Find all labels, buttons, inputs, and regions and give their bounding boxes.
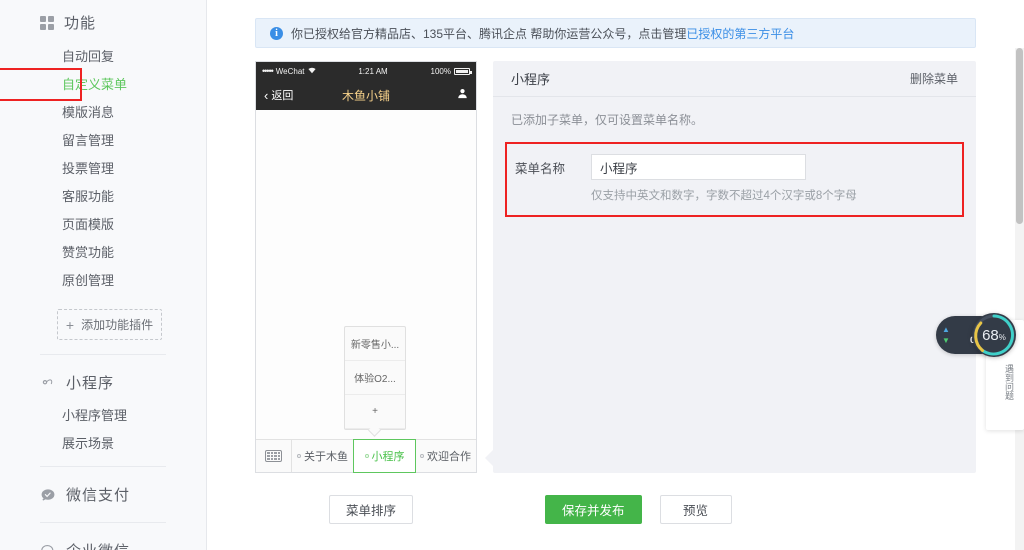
- wifi-icon: [307, 67, 316, 76]
- menu-name-label: 菜单名称: [515, 161, 566, 176]
- carrier-label: WeChat: [275, 66, 305, 76]
- phone-nav-bar: ‹ 返回 木鱼小铺: [256, 80, 476, 110]
- sidebar-section-title: 微信支付: [66, 487, 131, 504]
- sidebar-item-vote-manage[interactable]: 投票管理: [0, 155, 206, 183]
- phone-menu-tabs: 关于木鱼 小程序 欢迎合作: [256, 439, 476, 473]
- add-plugin-button[interactable]: + 添加功能插件: [57, 309, 162, 340]
- app-root: 功能 自动回复 自定义菜单 模版消息 留言管理 投票管理 客服功能 页面模版 赞…: [0, 0, 1024, 550]
- notice-text: 你已授权给官方精品店、135平台、腾讯企点 帮助你运营公众号，点击管理: [291, 26, 687, 41]
- sidebar-section-features: 功能: [0, 0, 206, 43]
- sidebar-item-reward[interactable]: 赞赏功能: [0, 239, 206, 267]
- sidebar-section-work-wechat[interactable]: 企业微信: [0, 531, 206, 550]
- panel-pointer-arrow: [485, 449, 494, 467]
- phone-tab-label: 欢迎合作: [427, 451, 471, 463]
- sidebar-section-title: 企业微信: [66, 540, 130, 550]
- phone-tab-miniprogram[interactable]: 小程序: [353, 439, 416, 473]
- add-plugin-label: 添加功能插件: [81, 318, 154, 332]
- submenu-item[interactable]: 体验O2...: [345, 361, 405, 395]
- panel-header: 小程序 删除菜单: [493, 61, 976, 97]
- menu-sort-button[interactable]: 菜单排序: [329, 495, 414, 524]
- chevron-left-icon: ‹: [264, 87, 269, 103]
- sidebar-item-auto-reply[interactable]: 自动回复: [0, 43, 206, 71]
- sidebar-item-page-template[interactable]: 页面模版: [0, 211, 206, 239]
- delete-menu-button[interactable]: 删除菜单: [910, 70, 958, 87]
- divider: [40, 466, 166, 467]
- divider: [40, 522, 166, 523]
- back-label: 返回: [271, 90, 294, 102]
- authorization-notice-banner: i 你已授权给官方精品店、135平台、腾讯企点 帮助你运营公众号，点击管理 已授权…: [255, 18, 976, 48]
- panel-note: 已添加子菜单，仅可设置菜单名称。: [511, 113, 704, 127]
- plus-icon: +: [65, 316, 75, 333]
- back-button[interactable]: ‹ 返回: [264, 87, 293, 103]
- menu-editor-row: ••••• WeChat 1:21 AM 100% ‹ 返回 木鱼小铺 新零售小…: [255, 61, 976, 473]
- phone-tab-cooperation[interactable]: 欢迎合作: [415, 440, 476, 472]
- footer-actions: 菜单排序 保存并发布 预览: [255, 495, 976, 524]
- link-icon: [40, 375, 56, 391]
- info-icon: i: [270, 26, 283, 40]
- divider: [40, 354, 166, 355]
- bullet-icon: [297, 454, 301, 458]
- phone-tab-about[interactable]: 关于木鱼: [292, 440, 354, 472]
- battery-icon: [453, 67, 472, 75]
- panel-title: 小程序: [511, 72, 551, 87]
- content-padding: i 你已授权给官方精品店、135平台、腾讯企点 帮助你运营公众号，点击管理 已授权…: [207, 0, 1024, 524]
- sidebar-section-miniprogram[interactable]: 小程序: [0, 363, 206, 402]
- phone-time: 1:21 AM: [358, 66, 388, 76]
- bullet-icon: [364, 454, 369, 458]
- sidebar-section-title: 小程序: [66, 375, 115, 392]
- sidebar-item-template-message[interactable]: 模版消息: [0, 99, 206, 127]
- signal-dots-icon: •••••: [262, 66, 274, 76]
- add-plugin-wrapper: + 添加功能插件: [0, 295, 206, 346]
- sidebar-item-miniprogram-manage[interactable]: 小程序管理: [0, 402, 206, 430]
- sidebar-section-wechat-pay[interactable]: 微信支付: [0, 475, 206, 514]
- phone-preview: ••••• WeChat 1:21 AM 100% ‹ 返回 木鱼小铺 新零售小…: [255, 61, 477, 473]
- submenu-item[interactable]: 新零售小...: [345, 327, 405, 361]
- phone-body: 新零售小... 体验O2... +: [256, 110, 476, 439]
- menu-name-row: 菜单名称: [515, 154, 956, 180]
- phone-tab-label: 小程序: [371, 451, 405, 463]
- phone-tab-label: 关于木鱼: [304, 451, 348, 463]
- sidebar-item-custom-menu[interactable]: 自定义菜单: [0, 68, 206, 101]
- main-content: i 你已授权给官方精品店、135平台、腾讯企点 帮助你运营公众号，点击管理 已授权…: [207, 0, 1024, 550]
- sidebar-item-original-manage[interactable]: 原创管理: [0, 267, 206, 295]
- battery-percent: 100%: [430, 66, 451, 76]
- sidebar: 功能 自动回复 自定义菜单 模版消息 留言管理 投票管理 客服功能 页面模版 赞…: [0, 0, 207, 550]
- preview-button[interactable]: 预览: [659, 495, 732, 524]
- phone-submenu-popup: 新零售小... 体验O2... +: [344, 326, 406, 437]
- menu-name-input[interactable]: [591, 154, 806, 180]
- chat-icon: [40, 543, 56, 550]
- page-scrollbar[interactable]: [1015, 48, 1024, 550]
- keyboard-icon[interactable]: [256, 440, 292, 472]
- menu-settings-panel: 小程序 删除菜单 已添加子菜单，仅可设置菜单名称。 菜单名称 仅支持中英文和数字…: [485, 61, 976, 473]
- notice-link[interactable]: 已授权的第三方平台: [686, 25, 794, 42]
- sidebar-item-comment-manage[interactable]: 留言管理: [0, 127, 206, 155]
- menu-name-field-group: 菜单名称 仅支持中英文和数字，字数不超过4个汉字或8个字母: [505, 142, 964, 217]
- sidebar-item-customer-service[interactable]: 客服功能: [0, 183, 206, 211]
- sidebar-item-display-scene[interactable]: 展示场景: [0, 430, 206, 458]
- phone-status-bar: ••••• WeChat 1:21 AM 100%: [256, 62, 476, 80]
- save-and-publish-button[interactable]: 保存并发布: [545, 495, 642, 524]
- pay-icon: [40, 487, 56, 503]
- person-icon[interactable]: [457, 86, 468, 104]
- bullet-icon: [420, 454, 424, 458]
- sidebar-section-title: 功能: [64, 15, 97, 32]
- scrollbar-thumb[interactable]: [1016, 48, 1023, 224]
- menu-name-hint: 仅支持中英文和数字，字数不超过4个汉字或8个字母: [591, 190, 857, 202]
- grid-icon: [40, 15, 54, 30]
